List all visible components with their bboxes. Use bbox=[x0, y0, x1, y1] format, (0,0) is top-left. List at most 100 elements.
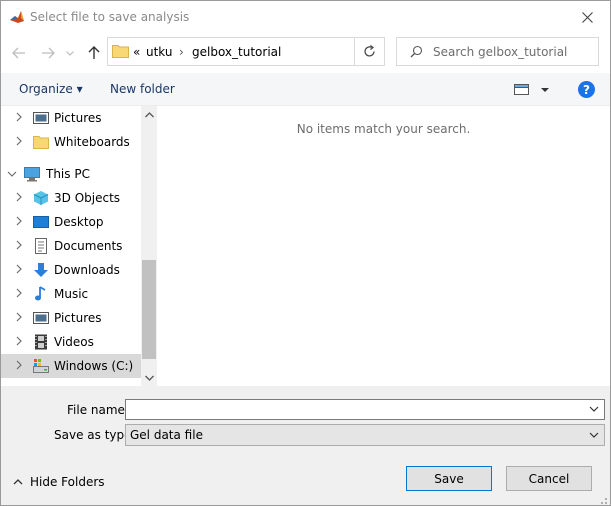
tree-item-label: Pictures bbox=[54, 311, 102, 325]
matlab-icon bbox=[9, 9, 25, 25]
tree-item-label: This PC bbox=[46, 167, 90, 181]
save-as-type-label: Save as type: bbox=[54, 428, 136, 442]
chevron-right-icon bbox=[16, 288, 22, 298]
close-button[interactable] bbox=[564, 1, 610, 33]
navigation-bar: « utku › gelbox_tutorial bbox=[1, 33, 610, 73]
help-button[interactable]: ? bbox=[578, 81, 595, 98]
navigation-pane: Pictures Whiteboards This PC 3D Objects … bbox=[1, 106, 141, 386]
scrollbar-thumb[interactable] bbox=[142, 260, 156, 359]
tree-item-label: Pictures bbox=[54, 111, 102, 125]
tree-item-pictures[interactable]: Pictures bbox=[1, 106, 141, 130]
tree-item-pictures-pc[interactable]: Pictures bbox=[1, 306, 141, 330]
file-name-label: File name: bbox=[67, 403, 129, 417]
new-folder-button[interactable]: New folder bbox=[110, 82, 175, 96]
tree-item-windows-c[interactable]: Windows (C:) bbox=[1, 354, 141, 378]
downloads-icon bbox=[34, 263, 48, 277]
scroll-down-button[interactable] bbox=[141, 369, 157, 386]
tree-item-label: Whiteboards bbox=[54, 135, 130, 149]
chevron-right-icon bbox=[16, 312, 22, 322]
title-bar: Select file to save analysis bbox=[1, 1, 610, 33]
tree-item-desktop[interactable]: Desktop bbox=[1, 210, 141, 234]
window-title: Select file to save analysis bbox=[30, 10, 190, 24]
breadcrumb-gelbox-tutorial[interactable]: gelbox_tutorial bbox=[192, 45, 281, 59]
save-button[interactable]: Save bbox=[406, 466, 492, 491]
tree-item-label: Desktop bbox=[54, 215, 104, 229]
chevron-right-icon bbox=[16, 136, 22, 146]
organize-button[interactable]: Organize ▾ bbox=[19, 82, 83, 96]
file-name-combobox[interactable] bbox=[125, 399, 605, 420]
address-overflow[interactable]: « bbox=[133, 45, 140, 59]
file-list[interactable]: No items match your search. bbox=[157, 106, 610, 386]
save-as-type-select[interactable]: Gel data file bbox=[125, 424, 605, 446]
chevron-right-icon bbox=[16, 112, 22, 122]
music-icon bbox=[35, 286, 46, 301]
chevron-down-icon bbox=[589, 432, 599, 438]
chevron-right-icon bbox=[16, 240, 22, 250]
chevron-right-icon bbox=[16, 192, 22, 202]
3d-objects-icon bbox=[33, 191, 49, 205]
chevron-right-icon bbox=[16, 216, 22, 226]
chevron-down-icon[interactable] bbox=[589, 405, 599, 413]
empty-message: No items match your search. bbox=[296, 122, 471, 136]
cancel-button[interactable]: Cancel bbox=[506, 466, 592, 491]
command-bar: Organize ▾ New folder ? bbox=[1, 73, 610, 106]
breadcrumb-separator-icon[interactable]: › bbox=[179, 45, 184, 59]
documents-icon bbox=[35, 238, 47, 254]
pictures-icon bbox=[33, 112, 49, 124]
tree-item-downloads[interactable]: Downloads bbox=[1, 258, 141, 282]
tree-item-label: Downloads bbox=[54, 263, 120, 277]
arrow-up-icon bbox=[88, 46, 100, 59]
resize-grip-icon[interactable] bbox=[596, 493, 608, 505]
refresh-icon bbox=[364, 45, 375, 57]
arrow-left-icon bbox=[12, 47, 25, 59]
save-options-panel: File name: Save as type: Gel data file H… bbox=[1, 386, 610, 505]
search-icon bbox=[410, 45, 423, 58]
pc-icon bbox=[24, 167, 40, 182]
chevron-up-icon bbox=[144, 111, 154, 117]
videos-icon bbox=[35, 334, 47, 350]
up-button[interactable] bbox=[84, 43, 104, 63]
chevron-down-icon bbox=[66, 50, 74, 56]
forward-button[interactable] bbox=[38, 43, 58, 63]
tree-item-label: Windows (C:) bbox=[54, 359, 134, 373]
chevron-right-icon bbox=[16, 264, 22, 274]
address-bar[interactable]: « utku › gelbox_tutorial bbox=[107, 37, 385, 66]
chevron-down-icon bbox=[7, 171, 17, 177]
desktop-icon bbox=[33, 216, 49, 228]
tree-item-label: Videos bbox=[54, 335, 94, 349]
scroll-up-button[interactable] bbox=[141, 106, 157, 123]
tree-item-documents[interactable]: Documents bbox=[1, 234, 141, 258]
tree-item-label: 3D Objects bbox=[54, 191, 121, 205]
folder-icon bbox=[112, 45, 129, 58]
chevron-up-icon bbox=[13, 479, 23, 485]
tree-item-music[interactable]: Music bbox=[1, 282, 141, 306]
pictures-icon bbox=[33, 312, 49, 324]
close-icon bbox=[581, 11, 593, 23]
view-options-icon bbox=[514, 84, 549, 95]
back-button[interactable] bbox=[9, 43, 29, 63]
search-box[interactable] bbox=[396, 37, 599, 66]
drive-icon bbox=[33, 359, 49, 373]
chevron-down-icon bbox=[144, 375, 154, 381]
save-as-type-value: Gel data file bbox=[130, 428, 203, 442]
arrow-right-icon bbox=[42, 47, 55, 59]
tree-item-this-pc[interactable]: This PC bbox=[1, 162, 141, 186]
chevron-right-icon bbox=[16, 336, 22, 346]
tree-item-videos[interactable]: Videos bbox=[1, 330, 141, 354]
refresh-button[interactable] bbox=[354, 38, 384, 65]
tree-item-label: Documents bbox=[54, 239, 123, 253]
search-input[interactable] bbox=[433, 43, 593, 61]
hide-folders-button[interactable]: Hide Folders bbox=[13, 475, 105, 489]
change-view-button[interactable] bbox=[514, 82, 554, 98]
chevron-right-icon bbox=[16, 360, 22, 370]
hide-folders-label: Hide Folders bbox=[30, 475, 105, 489]
save-dialog: Select file to save analysis « utku › ge… bbox=[0, 0, 611, 506]
navigation-pane-scrollbar[interactable] bbox=[141, 106, 157, 386]
tree-item-whiteboards[interactable]: Whiteboards bbox=[1, 130, 141, 154]
tree-item-3d-objects[interactable]: 3D Objects bbox=[1, 186, 141, 210]
folder-icon bbox=[33, 136, 49, 149]
recent-locations-button[interactable] bbox=[63, 43, 77, 63]
tree-item-label: Music bbox=[54, 287, 89, 301]
file-name-input[interactable] bbox=[129, 402, 579, 417]
breadcrumb-utku[interactable]: utku bbox=[146, 45, 173, 59]
